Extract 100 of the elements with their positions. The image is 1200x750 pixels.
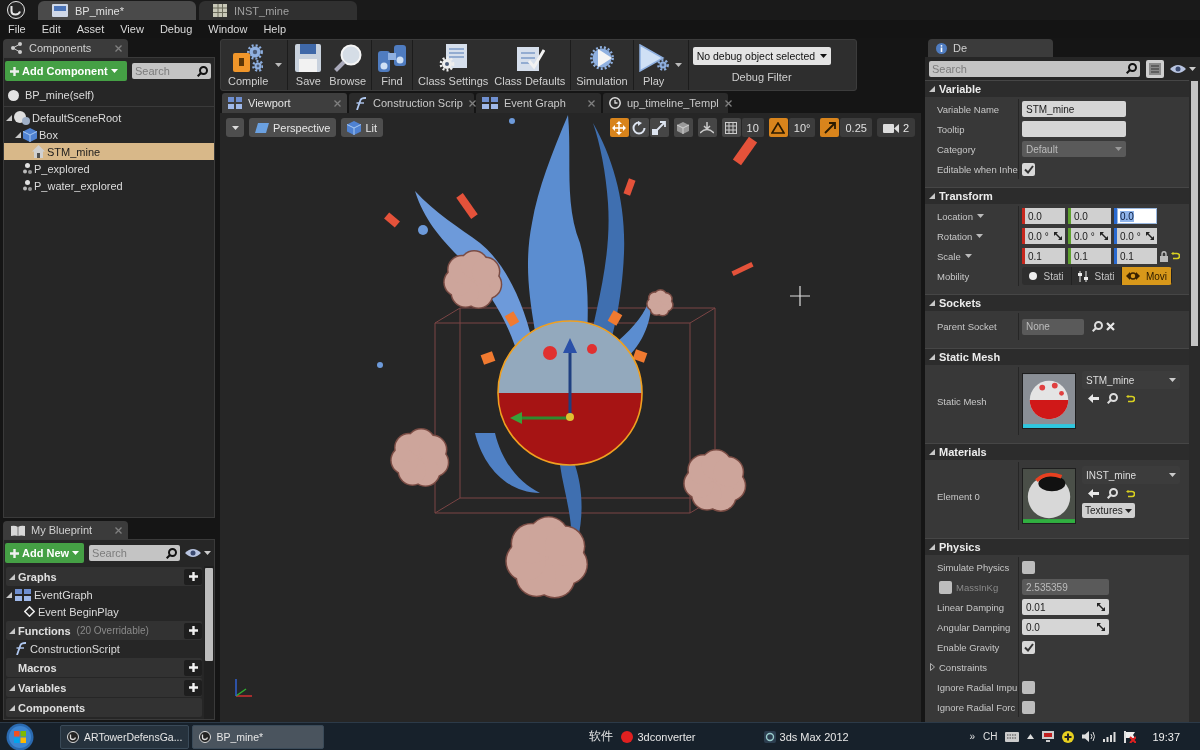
drag-arrows-icon[interactable] — [1146, 232, 1154, 240]
panel-tab[interactable]: De — [928, 39, 1053, 57]
tree-item[interactable]: DefaultSceneRoot — [4, 109, 214, 126]
menu-item[interactable]: Debug — [151, 23, 201, 35]
tree-item[interactable]: ConstructionScript — [4, 640, 204, 657]
section-header[interactable]: Components — [6, 698, 202, 717]
tree-item[interactable]: P_explored — [4, 160, 214, 177]
search-icon[interactable] — [1107, 488, 1118, 499]
section-header[interactable]: Variables — [6, 678, 202, 697]
tree-item[interactable]: Event BeginPlay — [4, 603, 204, 620]
search-icon[interactable] — [166, 547, 177, 559]
start-orb-icon[interactable] — [6, 722, 34, 750]
close-icon[interactable] — [468, 99, 476, 107]
taskbar-app-button[interactable]: 3dconverter — [621, 730, 696, 743]
section-header[interactable]: Static Mesh — [925, 348, 1189, 365]
expanded-arrow-icon[interactable] — [9, 704, 15, 711]
search-icon[interactable] — [1092, 321, 1103, 332]
expanded-arrow-icon[interactable] — [929, 354, 935, 360]
mobility-option[interactable]: Stati — [1022, 267, 1072, 285]
view-options-button[interactable] — [1170, 63, 1196, 74]
expanded-arrow-icon[interactable] — [929, 449, 935, 455]
section-header[interactable]: Materials — [925, 443, 1189, 460]
transform-dropdown[interactable]: Scale — [937, 250, 972, 262]
number-field[interactable]: 0.1 — [1022, 248, 1065, 264]
taskbar-app-button[interactable]: 3ds Max 2012 — [763, 730, 849, 743]
section-header[interactable]: Variable — [925, 80, 1189, 97]
checkbox[interactable] — [1022, 680, 1035, 694]
reset-arrow-icon[interactable] — [1171, 252, 1180, 260]
editor-tab[interactable]: Viewport — [222, 93, 347, 113]
camera-speed-button[interactable]: 2 — [876, 118, 915, 137]
search-icon[interactable] — [197, 65, 208, 77]
menu-item[interactable]: Asset — [68, 23, 113, 35]
drag-arrows-icon[interactable] — [1054, 232, 1062, 240]
class-defaults-button[interactable]: Class Defaults — [491, 41, 569, 89]
menu-item[interactable]: Edit — [33, 23, 69, 35]
save-button[interactable]: Save — [290, 41, 327, 89]
find-button[interactable]: Find — [374, 41, 411, 89]
collapsed-arrow-icon[interactable] — [930, 663, 935, 671]
number-field[interactable]: 0.1 — [1068, 248, 1111, 264]
snap-toggle-button[interactable] — [820, 118, 840, 137]
expanded-arrow-icon[interactable] — [6, 591, 12, 598]
language-indicator[interactable]: CH — [983, 731, 998, 742]
transform-tool-button[interactable] — [649, 118, 669, 137]
monitor-icon[interactable] — [1042, 731, 1055, 742]
add-button[interactable] — [184, 679, 202, 696]
asset-dropdown[interactable]: STM_mine — [1082, 371, 1180, 389]
number-field[interactable]: 0.0 ° — [1114, 228, 1157, 244]
number-field[interactable]: 0.0 ° — [1022, 228, 1065, 244]
menu-item[interactable]: Help — [255, 23, 295, 35]
expanded-arrow-icon[interactable] — [929, 86, 935, 92]
menu-item[interactable]: Window — [200, 23, 256, 35]
number-field[interactable]: 0.0 — [1022, 208, 1065, 224]
text-field[interactable]: STM_mine — [1022, 101, 1126, 117]
number-field[interactable]: 0.0 — [1114, 208, 1157, 224]
panel-tab[interactable]: Components — [3, 39, 128, 57]
search-field[interactable]: Search — [89, 545, 180, 561]
section-header[interactable]: Graphs — [6, 567, 202, 586]
class-settings-button[interactable]: Class Settings — [415, 41, 492, 89]
number-field[interactable]: 0.0 ° — [1068, 228, 1111, 244]
compile-button[interactable]: Compile — [225, 41, 272, 89]
checkbox[interactable] — [1022, 640, 1035, 654]
up-arrow-icon[interactable] — [1027, 734, 1035, 739]
section-header[interactable]: Sockets — [925, 294, 1189, 311]
reset-arrow-icon[interactable] — [1126, 394, 1135, 403]
reset-arrow-icon[interactable] — [1126, 489, 1135, 498]
search-icon[interactable] — [1107, 393, 1118, 404]
left-arrow-icon[interactable] — [1088, 394, 1099, 403]
simulation-button[interactable]: Simulation — [573, 41, 631, 89]
close-icon[interactable] — [115, 526, 122, 534]
tree-item[interactable]: P_water_explored — [4, 177, 214, 194]
snap-toggle-button[interactable] — [768, 118, 788, 137]
mobility-option[interactable]: Movi — [1122, 267, 1172, 285]
menu-item[interactable]: View — [112, 23, 152, 35]
tree-item[interactable]: EventGraph — [4, 586, 204, 603]
number-field[interactable]: 0.0 — [1068, 208, 1111, 224]
tray-overflow-button[interactable]: » — [969, 731, 975, 742]
textures-button[interactable]: Textures — [1082, 503, 1135, 518]
lighting-mode-button[interactable]: Lit — [341, 118, 384, 137]
search-field[interactable]: Search — [132, 63, 211, 79]
expanded-arrow-icon[interactable] — [929, 193, 935, 199]
flag-icon[interactable] — [1124, 730, 1137, 743]
speaker-icon[interactable] — [1082, 731, 1096, 742]
scrollbar-thumb[interactable] — [1191, 81, 1198, 346]
plus-circle-icon[interactable] — [1062, 730, 1075, 743]
transform-tool-button[interactable] — [629, 118, 649, 137]
expanded-arrow-icon[interactable] — [929, 544, 935, 550]
taskbar-button[interactable]: BP_mine* — [192, 724, 325, 749]
expanded-arrow-icon[interactable] — [15, 131, 21, 138]
close-icon[interactable] — [115, 44, 122, 52]
panel-tab[interactable]: My Blueprint — [3, 521, 128, 539]
editor-tab[interactable]: Event Graph — [476, 93, 601, 113]
debug-object-dropdown[interactable]: No debug object selected — [692, 47, 831, 65]
editor-tab[interactable]: Construction Scrip — [349, 93, 474, 113]
asset-dropdown[interactable]: INST_mine — [1082, 466, 1180, 484]
menu-item[interactable]: File — [0, 23, 34, 35]
socket-field[interactable]: None — [1022, 318, 1084, 335]
section-header[interactable]: Macros — [6, 658, 202, 677]
drag-arrows-icon[interactable] — [1097, 623, 1105, 631]
tree-item[interactable]: STM_mine — [4, 143, 214, 160]
expanded-arrow-icon[interactable] — [9, 573, 15, 580]
